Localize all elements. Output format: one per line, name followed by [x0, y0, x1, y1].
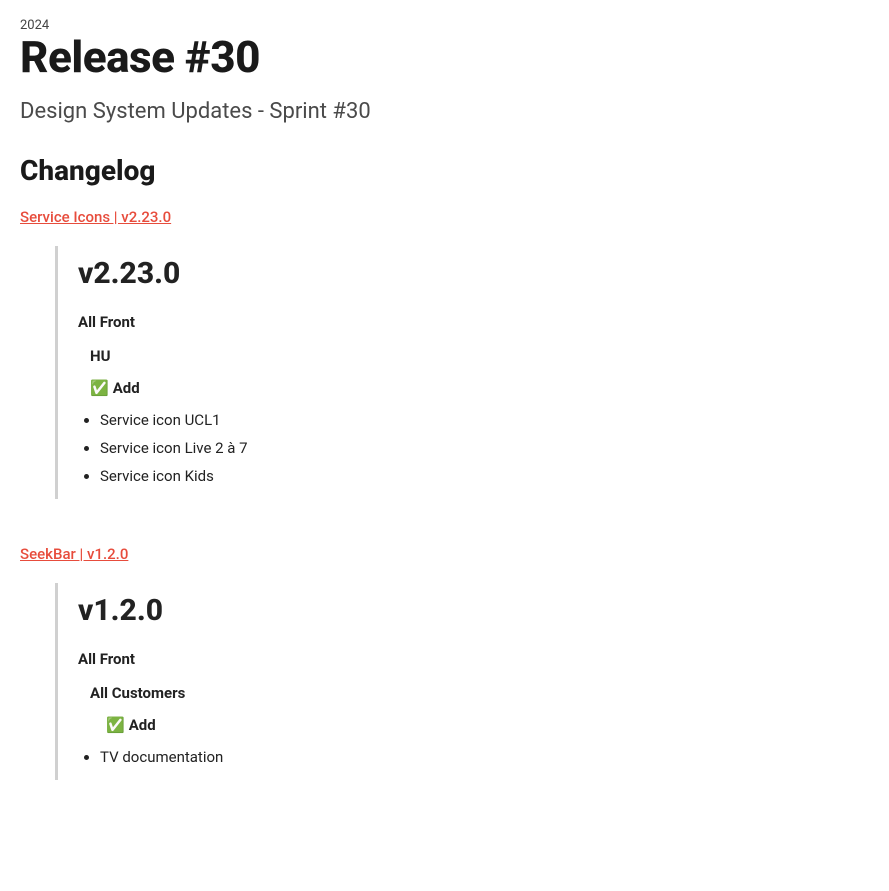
- action-label: Add: [113, 379, 140, 397]
- page-subtitle: Design System Updates - Sprint #30: [20, 99, 869, 124]
- action-label: Add: [129, 716, 156, 734]
- list-item: Service icon Kids: [100, 467, 859, 485]
- group-front: All Front: [78, 650, 859, 668]
- list-item: Service icon Live 2 à 7: [100, 439, 859, 457]
- version-heading: v1.2.0: [78, 593, 859, 628]
- page-title: Release #30: [20, 33, 869, 81]
- group-customer: HU: [90, 347, 859, 365]
- list-item: Service icon UCL1: [100, 411, 859, 429]
- changelog-link-service-icons[interactable]: Service Icons | v2.23.0: [20, 208, 171, 226]
- change-list: Service icon UCL1 Service icon Live 2 à …: [78, 411, 859, 485]
- changelog-block: v1.2.0 All Front All Customers ✅ Add TV …: [55, 583, 869, 780]
- changelog-link-seekbar[interactable]: SeekBar | v1.2.0: [20, 545, 128, 563]
- check-icon: ✅: [106, 716, 125, 734]
- changelog-block: v2.23.0 All Front HU ✅ Add Service icon …: [55, 246, 869, 499]
- list-item: TV documentation: [100, 748, 859, 766]
- group-customer: All Customers: [90, 684, 859, 702]
- action-add: ✅ Add: [90, 379, 859, 397]
- group-front: All Front: [78, 313, 859, 331]
- check-icon: ✅: [90, 379, 109, 397]
- action-add: ✅ Add: [106, 716, 859, 734]
- change-list: TV documentation: [78, 748, 859, 766]
- changelog-heading: Changelog: [20, 154, 869, 187]
- version-heading: v2.23.0: [78, 256, 859, 291]
